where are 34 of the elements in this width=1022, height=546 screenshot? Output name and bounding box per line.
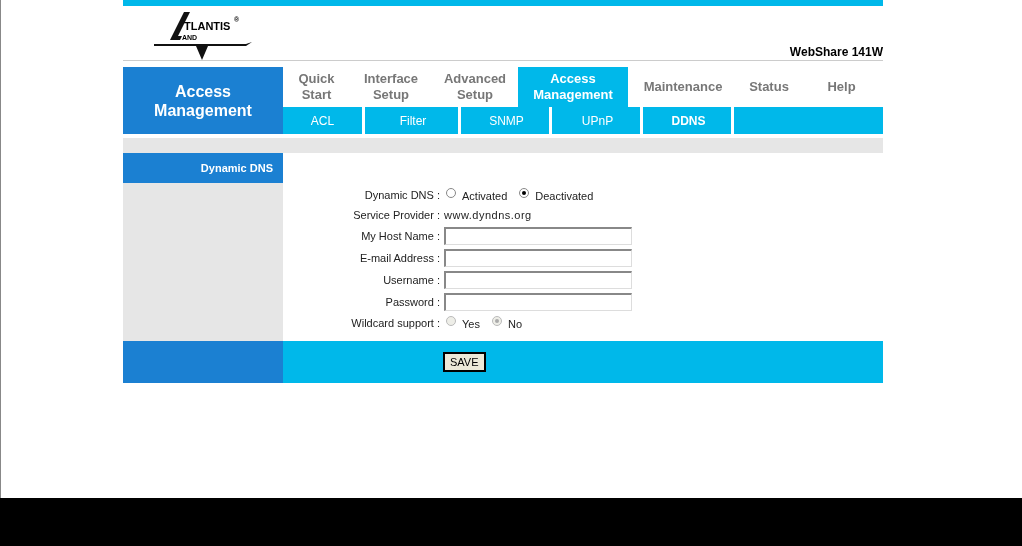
nav-tab[interactable]: Interface Setup	[350, 67, 432, 107]
input-field[interactable]	[444, 271, 632, 289]
model-name: WebShare 141W	[789, 45, 883, 59]
field-label: Username :	[382, 273, 440, 288]
subtab[interactable]: SNMP	[464, 107, 552, 134]
field-label: My Host Name :	[360, 229, 440, 244]
field-value: www.dyndns.org	[444, 209, 532, 221]
field-label: Wildcard support :	[350, 316, 440, 331]
input-field[interactable]	[444, 249, 632, 267]
field-label: Password :	[384, 295, 440, 310]
nav-tab[interactable]: Quick Start	[283, 67, 350, 107]
radio-button[interactable]	[519, 188, 530, 198]
subtab[interactable]: ACL	[283, 107, 365, 134]
panel-title: Dynamic DNS	[123, 153, 283, 183]
radio-label: Activated	[462, 190, 508, 202]
subtab[interactable]: UPnP	[555, 107, 643, 134]
nav-tab[interactable]: Maintenance	[628, 67, 738, 107]
field-label: Service Provider :	[352, 208, 440, 223]
input-field[interactable]	[444, 293, 632, 311]
radio-label: Yes	[462, 318, 480, 330]
input-field[interactable]	[444, 227, 632, 245]
radio-label: Deactivated	[535, 190, 594, 202]
radio-button[interactable]	[446, 188, 456, 198]
nav-tab[interactable]: Access Management	[518, 67, 628, 107]
nav-tab[interactable]: Status	[738, 67, 800, 107]
radio-label: No	[507, 318, 522, 330]
field-label: Dynamic DNS :	[363, 188, 440, 203]
subtab[interactable]: Filter	[368, 107, 461, 134]
nav-tab[interactable]: Help	[800, 67, 883, 107]
subtab[interactable]: DDNS	[646, 107, 734, 134]
nav-tab[interactable]: Advanced Setup	[432, 67, 518, 107]
field-label: E-mail Address :	[358, 251, 440, 266]
save-button[interactable]: SAVE	[443, 352, 486, 372]
section-title: Access Management	[123, 67, 283, 134]
